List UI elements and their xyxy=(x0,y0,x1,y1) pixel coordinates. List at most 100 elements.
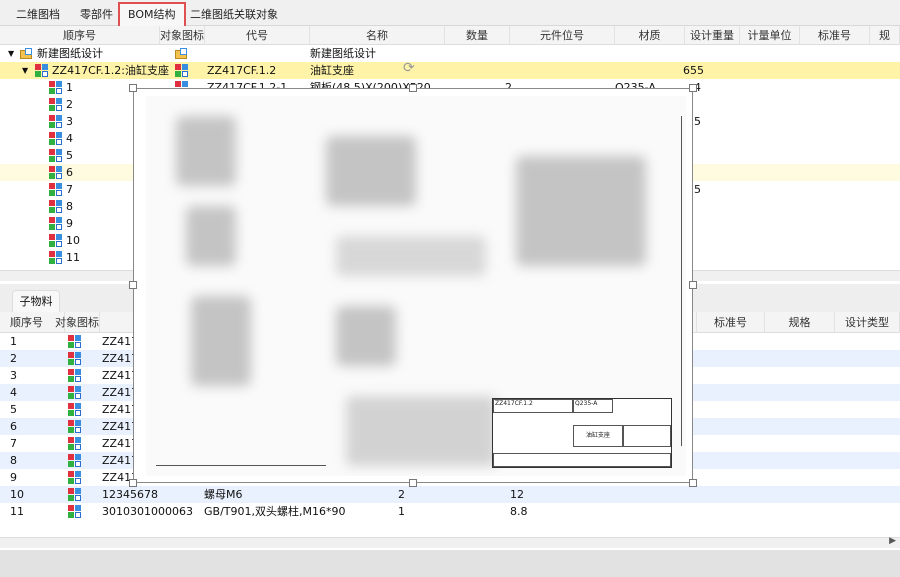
tab-1[interactable]: 零部件 xyxy=(72,4,121,26)
column-header[interactable]: 设计类型 xyxy=(835,312,900,333)
column-header[interactable]: 计量单位 xyxy=(740,26,800,45)
part-icon xyxy=(68,471,81,484)
row-name: 螺母M6 xyxy=(204,488,243,501)
table-row[interactable]: 11 3010301000063 GB/T901,双头螺柱,M16*90 1 8.8 xyxy=(0,503,900,520)
part-seq: 7 xyxy=(66,183,73,196)
assembly-weight: 655 xyxy=(683,64,704,77)
row-name: GB/T901,双头螺柱,M16*90 xyxy=(204,505,346,518)
row-seq: 11 xyxy=(10,505,24,518)
row-seq: 6 xyxy=(10,420,17,433)
part-seq: 1 xyxy=(66,81,73,94)
root-label: 新建图纸设计 xyxy=(37,47,103,60)
row-seq: 8 xyxy=(10,454,17,467)
part-icon xyxy=(49,149,62,162)
title-block-code: ZZ417CF.1.2 xyxy=(493,399,573,413)
design-folder-icon xyxy=(20,47,33,60)
resize-handle[interactable] xyxy=(689,84,697,92)
part-seq: 5 xyxy=(66,149,73,162)
part-icon xyxy=(68,488,81,501)
part-icon xyxy=(49,166,62,179)
resize-handle[interactable] xyxy=(689,281,697,289)
row-seq: 10 xyxy=(10,488,24,501)
row-seq: 5 xyxy=(10,403,17,416)
column-header[interactable]: 元件位号 xyxy=(510,26,615,45)
part-icon xyxy=(49,200,62,213)
column-header[interactable]: 材质 xyxy=(615,26,685,45)
table-row[interactable]: 10 12345678 螺母M6 2 12 xyxy=(0,486,900,503)
part-icon xyxy=(49,115,62,128)
assembly-icon xyxy=(35,64,48,77)
row-qty: 1 xyxy=(398,505,405,518)
resize-handle[interactable] xyxy=(689,479,697,487)
resize-handle[interactable] xyxy=(409,479,417,487)
part-icon xyxy=(68,403,81,416)
part-icon xyxy=(68,505,81,518)
part-icon xyxy=(49,251,62,264)
column-header[interactable]: 对象图标 xyxy=(160,26,205,45)
part-seq: 4 xyxy=(66,132,73,145)
resize-handle[interactable] xyxy=(409,84,417,92)
column-header[interactable]: 标准号 xyxy=(697,312,765,333)
title-block-part: 油缸支座 xyxy=(573,425,623,447)
part-icon xyxy=(68,437,81,450)
part-seq: 11 xyxy=(66,251,80,264)
part-seq: 9 xyxy=(66,217,73,230)
part-seq: 2 xyxy=(66,98,73,111)
tree-row-root[interactable]: ▼ 新建图纸设计 新建图纸设计 xyxy=(0,45,900,62)
part-icon xyxy=(68,386,81,399)
part-weight: 5 xyxy=(694,183,701,196)
column-header[interactable]: 代号 xyxy=(205,26,310,45)
column-header[interactable]: 数量 xyxy=(445,26,510,45)
part-icon xyxy=(49,217,62,230)
row-seq: 4 xyxy=(10,386,17,399)
part-icon xyxy=(49,132,62,145)
resize-handle[interactable] xyxy=(129,84,137,92)
loading-spinner-icon: ⟳ xyxy=(403,60,415,76)
part-seq: 3 xyxy=(66,115,73,128)
scroll-right-arrow-icon[interactable]: ▶ xyxy=(889,536,896,546)
assembly-icon xyxy=(175,64,188,77)
title-block: ZZ417CF.1.2 Q235-A 油缸支座 xyxy=(492,398,672,468)
drawing-thumbnail: ZZ417CF.1.2 Q235-A 油缸支座 xyxy=(146,96,686,476)
part-weight: 5 xyxy=(694,115,701,128)
expand-arrow-icon[interactable]: ▼ xyxy=(8,45,14,62)
row-value: 12 xyxy=(510,488,524,501)
bottom-horizontal-scrollbar[interactable]: ▶ xyxy=(0,536,900,548)
row-code: 12345678 xyxy=(102,488,158,501)
row-seq: 7 xyxy=(10,437,17,450)
part-icon xyxy=(68,420,81,433)
part-icon xyxy=(68,369,81,382)
column-header[interactable]: 顺序号 xyxy=(0,26,160,45)
row-code: 3010301000063 xyxy=(102,505,193,518)
assembly-code: ZZ417CF.1.2 xyxy=(207,64,277,77)
row-qty: 2 xyxy=(398,488,405,501)
row-seq: 1 xyxy=(10,335,17,348)
title-block-material: Q235-A xyxy=(573,399,613,413)
resize-handle[interactable] xyxy=(129,479,137,487)
part-icon xyxy=(68,335,81,348)
tree-row-assembly[interactable]: ▼ ZZ417CF.1.2:油缸支座 ZZ417CF.1.2 油缸支座 655 ⟳ xyxy=(0,60,900,79)
status-bar xyxy=(0,550,900,577)
root-name: 新建图纸设计 xyxy=(310,47,376,60)
part-icon xyxy=(49,81,62,94)
drawing-preview-image[interactable]: ZZ417CF.1.2 Q235-A 油缸支座 xyxy=(133,88,693,483)
tab-0[interactable]: 二维图档 xyxy=(8,4,68,26)
expand-arrow-icon[interactable]: ▼ xyxy=(22,62,28,79)
column-header[interactable]: 名称 xyxy=(310,26,445,45)
tab-sub-materials[interactable]: 子物料 xyxy=(12,290,60,312)
tab-3[interactable]: 二维图纸关联对象 xyxy=(182,4,286,26)
tab-2[interactable]: BOM结构 xyxy=(118,2,186,28)
part-icon xyxy=(49,234,62,247)
column-header[interactable]: 规格 xyxy=(765,312,835,333)
top-table-header: 顺序号 对象图标 代号 名称 数量 元件位号 材质 设计重量 计量单位 标准号规 xyxy=(0,26,900,45)
column-header[interactable]: 设计重量 xyxy=(685,26,740,45)
row-value: 8.8 xyxy=(510,505,528,518)
tab-bar: 二维图档 零部件 BOM结构 二维图纸关联对象 xyxy=(0,0,900,28)
part-icon xyxy=(68,352,81,365)
column-header[interactable]: 标准号 xyxy=(800,26,870,45)
column-header[interactable]: 规 xyxy=(870,26,900,45)
resize-handle[interactable] xyxy=(129,281,137,289)
design-folder-icon xyxy=(175,47,188,60)
part-icon xyxy=(49,98,62,111)
column-header[interactable]: 对象图标 xyxy=(55,312,100,333)
